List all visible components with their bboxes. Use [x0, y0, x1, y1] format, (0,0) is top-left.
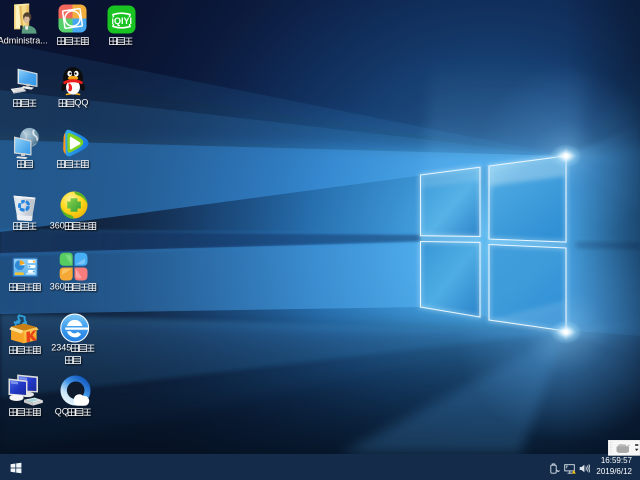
- svg-text:360: 360: [50, 222, 65, 231]
- svg-text:2345: 2345: [51, 344, 71, 353]
- svg-text:QQ: QQ: [55, 408, 69, 417]
- svg-text:360: 360: [50, 283, 65, 292]
- svg-text:iQIYI: iQIYI: [111, 16, 132, 26]
- svg-text:QQ: QQ: [74, 99, 88, 108]
